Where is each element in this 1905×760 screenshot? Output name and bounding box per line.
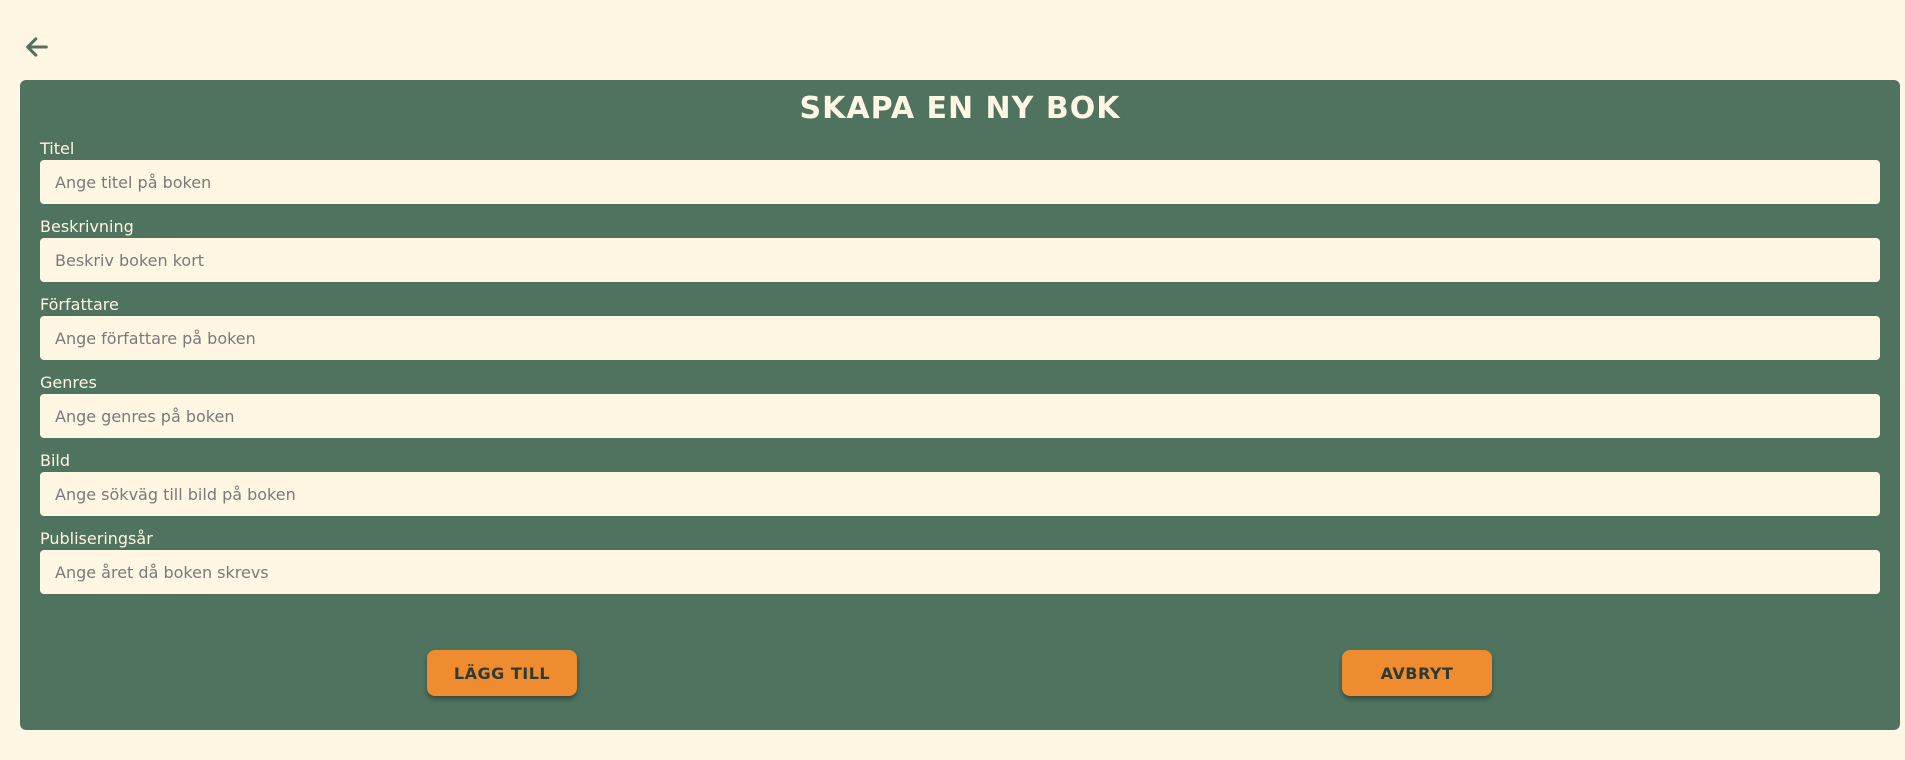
form-title: SKAPA EN NY BOK [799, 91, 1121, 126]
back-button[interactable] [20, 30, 54, 64]
field-author: Författare [40, 296, 1880, 360]
cancel-button[interactable]: AVBRYT [1342, 650, 1492, 696]
author-input[interactable] [40, 316, 1880, 360]
field-title: Titel [40, 140, 1880, 204]
description-input[interactable] [40, 238, 1880, 282]
add-button[interactable]: LÄGG TILL [427, 650, 577, 696]
author-label: Författare [40, 295, 119, 314]
create-book-form: SKAPA EN NY BOK Titel Beskrivning Förfat… [20, 80, 1900, 730]
publication-year-label: Publiseringsår [40, 529, 153, 548]
arrow-left-icon [26, 37, 48, 57]
field-description: Beskrivning [40, 218, 1880, 282]
image-label: Bild [40, 451, 71, 470]
publication-year-input[interactable] [40, 550, 1880, 594]
genres-input[interactable] [40, 394, 1880, 438]
title-input[interactable] [40, 160, 1880, 204]
description-label: Beskrivning [40, 217, 134, 236]
title-label: Titel [40, 139, 75, 158]
genres-label: Genres [40, 373, 97, 392]
field-publication-year: Publiseringsår [40, 530, 1880, 594]
image-input[interactable] [40, 472, 1880, 516]
field-image: Bild [40, 452, 1880, 516]
field-genres: Genres [40, 374, 1880, 438]
